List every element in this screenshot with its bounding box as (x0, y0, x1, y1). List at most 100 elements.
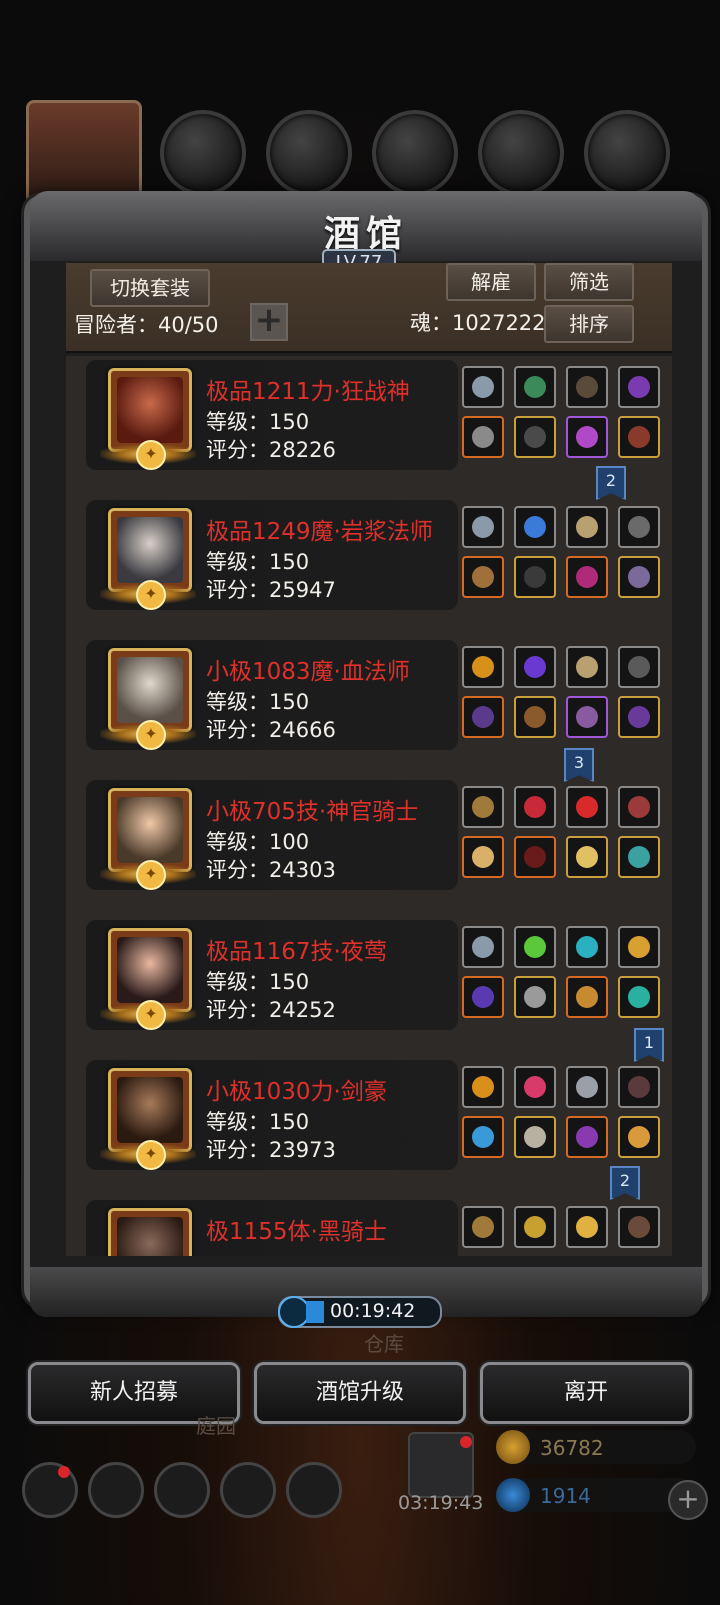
timer-text: 00:19:42 (330, 1300, 416, 1322)
hero-score: 评分：24303 (206, 858, 336, 882)
equipment-axe-icon[interactable] (462, 416, 504, 458)
equipment-orb-icon[interactable] (514, 646, 556, 688)
hero-name: 小极705技·神官骑士 (206, 799, 419, 825)
equipment-shield-icon[interactable] (566, 836, 608, 878)
upgrade-tavern-button[interactable]: 酒馆升级 (254, 1362, 466, 1424)
equipment-ring-icon[interactable] (462, 786, 504, 828)
equipment-ring-icon[interactable] (462, 506, 504, 548)
equipment-ring2-icon[interactable] (618, 556, 660, 598)
equipment-crown-icon[interactable] (462, 646, 504, 688)
equipment-bow-icon[interactable] (566, 366, 608, 408)
hero-name: 小极1030力·剑豪 (206, 1079, 387, 1105)
equipment-armor-icon[interactable] (514, 1116, 556, 1158)
equipment-amulet-icon[interactable] (514, 1206, 556, 1248)
equipment-heart-icon[interactable] (514, 786, 556, 828)
pentagram-icon[interactable] (88, 1462, 144, 1518)
equipment-boots-icon[interactable] (618, 416, 660, 458)
hero-card[interactable]: ✦ 小极1083魔·血法师 等级：150 评分：24666 (86, 640, 458, 750)
equipment-gem-icon[interactable] (514, 366, 556, 408)
dismiss-button[interactable]: 解雇 (446, 263, 536, 301)
leave-button[interactable]: 离开 (480, 1362, 692, 1424)
equipment-amulet-icon[interactable] (618, 836, 660, 878)
hero-score: 评分：28226 (206, 438, 336, 462)
hero-card[interactable]: ✦ 小极705技·神官骑士 等级：100 评分：24303 (86, 780, 458, 890)
dice-icon[interactable] (286, 1462, 342, 1518)
equipment-gem-icon[interactable] (566, 786, 608, 828)
equipment-feather-icon[interactable] (618, 1066, 660, 1108)
equipment-stone-icon[interactable] (566, 926, 608, 968)
equipment-staff-icon[interactable] (462, 696, 504, 738)
equipment-book-icon[interactable] (566, 696, 608, 738)
sort-button[interactable]: 排序 (544, 305, 634, 343)
set-badge: 2 (596, 466, 626, 500)
equipment-scepter-icon[interactable] (618, 926, 660, 968)
hero-level: 等级：150 (206, 1110, 310, 1134)
hero-level: 等级：150 (206, 690, 310, 714)
add-adventurer-button[interactable]: + (250, 303, 288, 341)
equipment-potion-icon[interactable] (618, 786, 660, 828)
equipment-slots (462, 646, 662, 746)
hero-card[interactable]: 极1155体·黑骑士 (86, 1200, 458, 1256)
equipment-gauntlet-icon[interactable] (618, 1116, 660, 1158)
equipment-dagger-icon[interactable] (618, 646, 660, 688)
equipment-charm-icon[interactable] (566, 416, 608, 458)
equipment-armor-icon[interactable] (514, 836, 556, 878)
equipment-sword-icon[interactable] (462, 1116, 504, 1158)
add-currency-button[interactable]: + (668, 1480, 708, 1520)
equipment-shield-icon[interactable] (618, 506, 660, 548)
equipment-orb-icon[interactable] (566, 1116, 608, 1158)
equipment-crown-icon[interactable] (566, 976, 608, 1018)
equipment-rose-icon[interactable] (514, 1066, 556, 1108)
notification-dot (58, 1466, 70, 1478)
equipment-robe-icon[interactable] (514, 556, 556, 598)
equipment-crystal-icon[interactable] (618, 976, 660, 1018)
hero-card[interactable]: ✦ 极品1249魔·岩浆法师 等级：150 评分：25947 (86, 500, 458, 610)
set-badge: 1 (634, 1028, 664, 1062)
equipment-slots (462, 1206, 662, 1256)
equipment-orb-icon[interactable] (514, 506, 556, 548)
set-badge: 2 (610, 1166, 640, 1200)
equipment-slots (462, 926, 662, 1026)
equipment-armor-icon[interactable] (514, 416, 556, 458)
timer-progress (306, 1301, 324, 1323)
equipment-eye-icon[interactable] (618, 696, 660, 738)
equipment-ore-icon[interactable] (566, 1066, 608, 1108)
equipment-hammer-icon[interactable] (462, 836, 504, 878)
header-divider (66, 351, 672, 353)
equipment-gem-icon[interactable] (514, 926, 556, 968)
equipment-crown-icon[interactable] (462, 1066, 504, 1108)
equipment-amulet-icon[interactable] (566, 646, 608, 688)
filter-button[interactable]: 筛选 (544, 263, 634, 301)
hero-level: 等级：150 (206, 550, 310, 574)
resource-stone-icon (584, 110, 670, 196)
adventurer-count: 冒险者：40/50 (74, 313, 219, 337)
equipment-ring-icon[interactable] (462, 926, 504, 968)
hero-score: 评分：25947 (206, 578, 336, 602)
equipment-pendant-icon[interactable] (566, 556, 608, 598)
equipment-amulet-icon[interactable] (566, 506, 608, 548)
gift-notification-dot (460, 1436, 472, 1448)
equipment-ring-icon[interactable] (462, 1206, 504, 1248)
hero-card[interactable]: ✦ 小极1030力·剑豪 等级：150 评分：23973 (86, 1060, 458, 1170)
hero-card[interactable]: ✦ 极品1167技·夜莺 等级：150 评分：24252 (86, 920, 458, 1030)
equipment-ring-icon[interactable] (462, 366, 504, 408)
building-icon[interactable] (154, 1462, 210, 1518)
equipment-dagger-icon[interactable] (462, 976, 504, 1018)
hero-list[interactable]: ✦ 极品1211力·狂战神 等级：150 评分：28226 2 ✦ 极品1249… (66, 356, 672, 1256)
equipment-armor-icon[interactable] (514, 696, 556, 738)
mail-icon[interactable] (220, 1462, 276, 1518)
tavern-panel: 酒馆 LV.77 切换套装 解雇 筛选 冒险者：40/50 + 魂：102722… (24, 191, 708, 1317)
soul-count: 魂：1027222 (410, 311, 546, 335)
rank-star-icon: ✦ (136, 860, 166, 890)
rank-star-icon: ✦ (136, 720, 166, 750)
equipment-staff-icon[interactable] (462, 556, 504, 598)
switch-outfit-button[interactable]: 切换套装 (90, 269, 210, 307)
equipment-lantern-icon[interactable] (566, 1206, 608, 1248)
gem-icon (496, 1478, 530, 1512)
hero-level: 等级：100 (206, 830, 310, 854)
equipment-boots-icon[interactable] (618, 1206, 660, 1248)
equipment-lantern-icon[interactable] (618, 366, 660, 408)
equipment-armor-icon[interactable] (514, 976, 556, 1018)
hero-card[interactable]: ✦ 极品1211力·狂战神 等级：150 评分：28226 (86, 360, 458, 470)
set-badge: 3 (564, 748, 594, 782)
